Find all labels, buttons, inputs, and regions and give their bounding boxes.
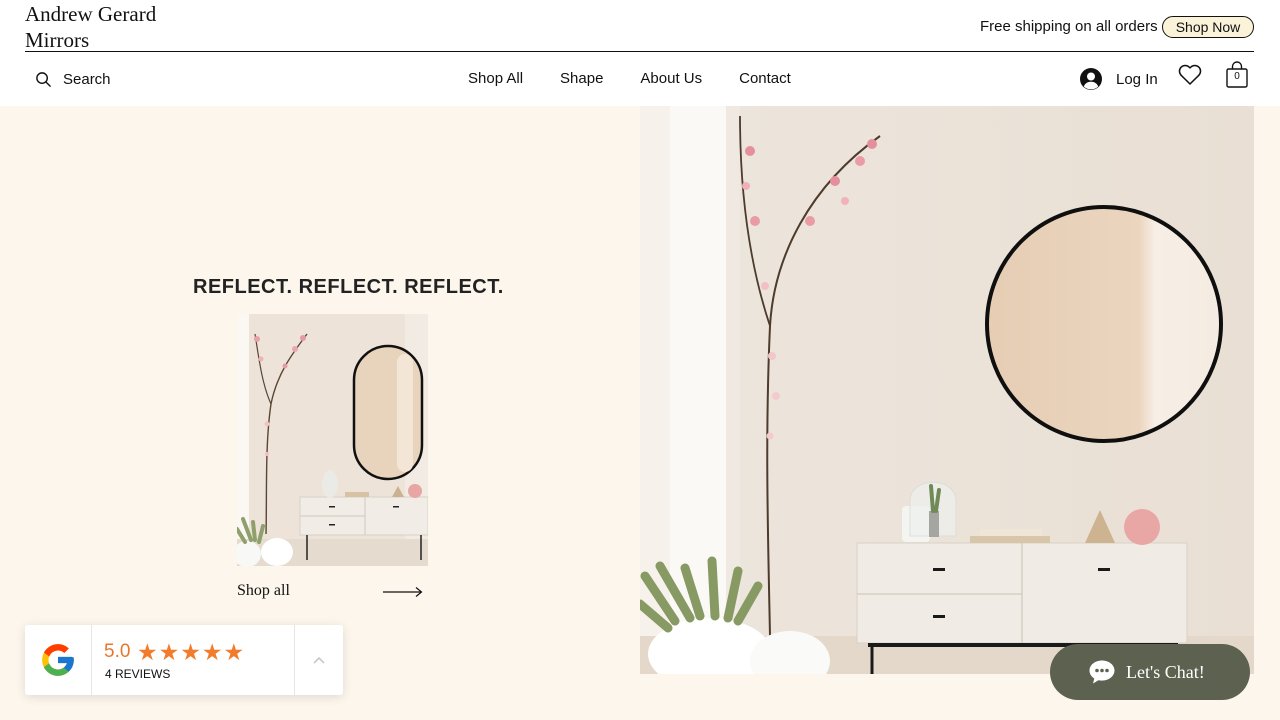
search-label: Search (63, 70, 111, 88)
shop-all-link[interactable]: Shop all (237, 582, 427, 602)
google-reviews-widget[interactable]: 5.0 ★★★★★ 4 REVIEWS (25, 625, 343, 695)
chat-bubble-icon (1089, 660, 1115, 684)
shop-now-button[interactable]: Shop Now (1162, 16, 1254, 38)
rating-value: 5.0 (104, 641, 131, 662)
chat-button[interactable]: Let's Chat! (1050, 644, 1250, 700)
brand-line-2: Mirrors (25, 28, 90, 52)
review-count: 4 REVIEWS (105, 667, 171, 681)
brand-line-1: Andrew Gerard (25, 2, 157, 26)
nav-item-contact[interactable]: Contact (739, 70, 791, 87)
chat-label: Let's Chat! (1126, 661, 1205, 682)
header-divider (25, 51, 1254, 52)
cart-count-badge: 0 (1234, 71, 1240, 82)
star-rating-icons: ★★★★★ (137, 639, 246, 665)
nav-item-shop-all[interactable]: Shop All (468, 70, 523, 87)
oval-mirror-illustration (237, 314, 428, 566)
login-label: Log In (1116, 70, 1158, 88)
shop-all-label: Shop all (237, 582, 290, 599)
login-button[interactable]: Log In (1079, 67, 1158, 91)
google-logo-icon (42, 644, 74, 676)
chevron-up-icon (313, 656, 325, 664)
nav-item-shape[interactable]: Shape (560, 70, 603, 87)
site-header: Andrew Gerard Mirrors Free shipping on a… (0, 0, 1280, 106)
reviews-divider (91, 625, 92, 695)
nav-item-about-us[interactable]: About Us (640, 70, 702, 87)
cart-button[interactable]: 0 (1226, 61, 1248, 89)
reviews-expand-button[interactable] (295, 625, 343, 695)
hero-tagline: REFLECT. REFLECT. REFLECT. (193, 276, 504, 298)
search-icon (36, 71, 51, 87)
arrow-right-icon (383, 587, 423, 597)
main-navigation: Shop All Shape About Us Contact (468, 70, 828, 87)
round-mirror-illustration (640, 106, 1254, 674)
heart-icon[interactable] (1178, 64, 1202, 86)
brand-logo[interactable]: Andrew Gerard Mirrors (25, 1, 156, 53)
user-icon (1080, 68, 1102, 90)
shipping-announcement: Free shipping on all orders (980, 18, 1158, 35)
hero-image (640, 106, 1254, 674)
product-thumbnail-image[interactable] (237, 314, 428, 566)
search-box[interactable]: Search (35, 68, 111, 90)
